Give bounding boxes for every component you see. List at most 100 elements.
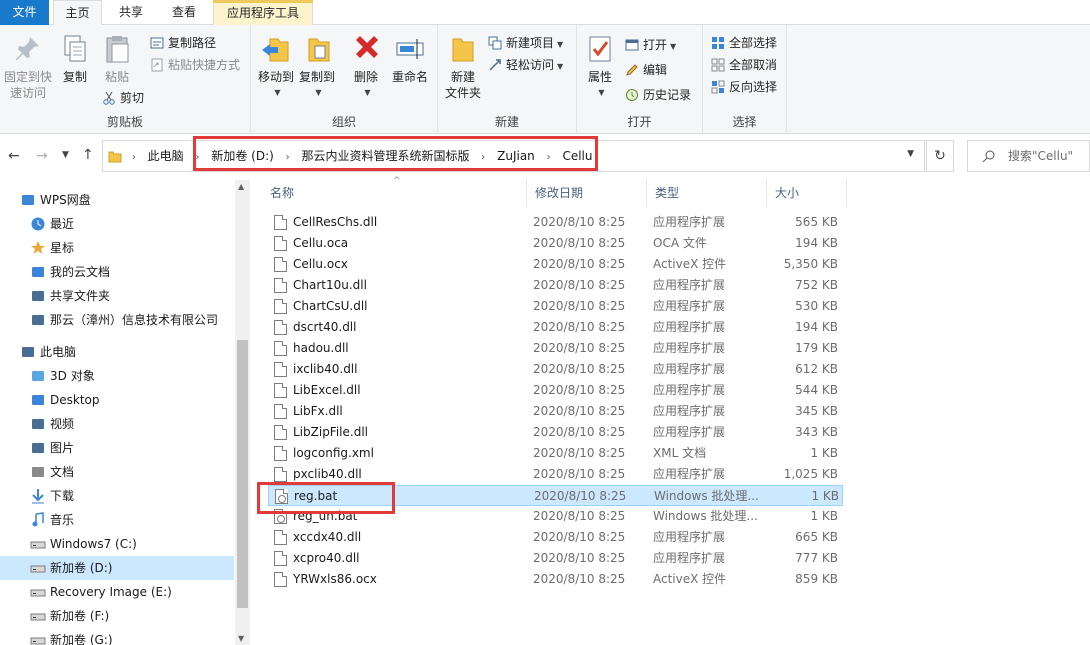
copy-path-button[interactable]: 复制路径 [148, 33, 216, 53]
file-row[interactable]: Cellu.oca 2020/8/10 8:25 OCA 文件 194 KB [268, 233, 843, 254]
sidebar-item-label: 共享文件夹 [50, 289, 111, 303]
copy-icon [64, 35, 86, 62]
picture-icon [30, 440, 46, 456]
copy-button[interactable]: 复制 [58, 33, 92, 85]
file-row[interactable]: xcpro40.dll 2020/8/10 8:25 应用程序扩展 777 KB [268, 548, 843, 569]
sidebar-item[interactable]: 我的云文档 [0, 260, 234, 284]
pin-quick-access-button[interactable]: 固定到快 速访问 [2, 33, 54, 101]
file-row[interactable]: LibZipFile.dll 2020/8/10 8:25 应用程序扩展 343 KB [268, 422, 843, 443]
cube-icon [30, 368, 46, 384]
sidebar-item[interactable]: 视频 [0, 412, 234, 436]
sidebar-item[interactable]: 共享文件夹 [0, 284, 234, 308]
breadcrumb-this-pc[interactable]: 此电脑 [148, 149, 184, 163]
select-all-icon [712, 37, 724, 49]
file-row[interactable]: Cellu.ocx 2020/8/10 8:25 ActiveX 控件 5,350 K… [268, 254, 843, 275]
rename-button[interactable]: 重命名 [389, 33, 431, 85]
sidebar-item-label: 图片 [50, 441, 75, 455]
refresh-button[interactable]: ↻ [926, 140, 954, 172]
up-arrow-icon[interactable]: ↑ [82, 147, 94, 163]
file-type: 应用程序扩展 [653, 278, 726, 292]
file-modified-date: 2020/8/10 8:25 [533, 341, 626, 355]
column-header-type[interactable]: 类型 [647, 180, 767, 207]
search-input[interactable]: 搜索"Cellu" [1008, 141, 1073, 171]
file-row[interactable]: ixclib40.dll 2020/8/10 8:25 应用程序扩展 612 KB [268, 359, 843, 380]
forward-arrow-icon[interactable]: → [36, 148, 48, 164]
search-box[interactable]: 搜索"Cellu" [967, 140, 1090, 172]
sidebar-item-label: Recovery Image (E:) [50, 585, 172, 599]
file-name: LibExcel.dll [293, 383, 361, 397]
paste-button[interactable]: 粘贴 [98, 33, 136, 85]
sidebar-item[interactable]: 图片 [0, 436, 234, 460]
recent-locations-chevron-icon[interactable]: ▼ [62, 150, 69, 160]
file-row[interactable]: ChartCsU.dll 2020/8/10 8:25 应用程序扩展 530 KB [268, 296, 843, 317]
sidebar-item[interactable]: Desktop [0, 388, 234, 412]
sidebar-item[interactable]: 下载 [0, 484, 234, 508]
sidebar-item[interactable]: Windows7 (C:) [0, 532, 234, 556]
copy-to-button[interactable]: 复制到 ▼ [298, 33, 336, 101]
new-item-button[interactable]: 新建项目 ▼ [486, 33, 563, 53]
history-button[interactable]: 历史记录 [623, 85, 691, 105]
scroll-down-icon[interactable]: ▼ [238, 634, 244, 643]
cut-button[interactable]: 剪切 [100, 88, 144, 108]
ribbon-tab-bar: 文件 主页 共享 查看 应用程序工具 [0, 0, 1090, 26]
column-header-name[interactable]: 名称 [262, 180, 527, 207]
sidebar-item[interactable]: 3D 对象 [0, 364, 234, 388]
properties-button[interactable]: 属性 ▼ [583, 33, 617, 101]
file-icon [274, 404, 287, 419]
file-row[interactable]: CellResChs.dll 2020/8/10 8:25 应用程序扩展 565 KB [268, 212, 843, 233]
sidebar-item-label: 最近 [50, 217, 75, 231]
select-group-label: 选择 [732, 115, 757, 129]
back-arrow-icon[interactable]: ← [8, 148, 20, 164]
file-type: 应用程序扩展 [653, 215, 726, 229]
paste-shortcut-button[interactable]: 粘贴快捷方式 [148, 55, 240, 75]
file-row[interactable]: LibExcel.dll 2020/8/10 8:25 应用程序扩展 544 KB [268, 380, 843, 401]
sidebar-item-label: Desktop [50, 393, 100, 407]
column-header-date[interactable]: 修改日期 [527, 180, 647, 207]
sidebar-item[interactable]: 此电脑 [0, 340, 234, 364]
open-dropdown-icon: ▼ [670, 42, 677, 51]
sidebar-item[interactable]: 音乐 [0, 508, 234, 532]
file-size: 1,025 KB [783, 467, 838, 481]
file-row[interactable]: hadou.dll 2020/8/10 8:25 应用程序扩展 179 KB [268, 338, 843, 359]
file-row[interactable]: logconfig.xml 2020/8/10 8:25 XML 文档 1 KB [268, 443, 843, 464]
easy-access-button[interactable]: 轻松访问 ▼ [486, 55, 563, 75]
file-type: 应用程序扩展 [653, 383, 726, 397]
sidebar-item[interactable]: 文档 [0, 460, 234, 484]
sidebar-item[interactable]: Recovery Image (E:) [0, 580, 234, 604]
scroll-up-icon[interactable]: ▲ [238, 182, 244, 191]
tab-app-tools[interactable]: 应用程序工具 [213, 0, 313, 25]
file-row[interactable]: Chart10u.dll 2020/8/10 8:25 应用程序扩展 752 KB [268, 275, 843, 296]
new-folder-button[interactable]: 新建 文件夹 [444, 33, 482, 101]
file-row[interactable]: YRWxls86.ocx 2020/8/10 8:25 ActiveX 控件 859 … [268, 569, 843, 590]
move-to-button[interactable]: 移动到 ▼ [257, 33, 295, 101]
file-row[interactable]: dscrt40.dll 2020/8/10 8:25 应用程序扩展 194 KB [268, 317, 843, 338]
column-header-size[interactable]: 大小 [767, 180, 847, 207]
file-name: YRWxls86.ocx [293, 572, 377, 586]
tab-file[interactable]: 文件 [0, 0, 49, 25]
select-none-button[interactable]: 全部取消 [709, 55, 777, 75]
sidebar-item[interactable]: 最近 [0, 212, 234, 236]
sidebar-item[interactable]: 新加卷 (F:) [0, 604, 234, 628]
invert-selection-button[interactable]: 反向选择 [709, 77, 777, 97]
sidebar-item[interactable]: 那云（漳州）信息技术有限公司 [0, 308, 234, 332]
copy-path-icon [150, 37, 164, 49]
file-type: 应用程序扩展 [653, 341, 726, 355]
tab-home[interactable]: 主页 [53, 0, 102, 26]
navigation-scrollbar-thumb[interactable] [237, 340, 248, 608]
file-row[interactable]: xccdx40.dll 2020/8/10 8:25 应用程序扩展 665 KB [268, 527, 843, 548]
tab-share[interactable]: 共享 [108, 0, 154, 25]
address-dropdown-icon[interactable]: ▼ [907, 149, 914, 159]
sidebar-item[interactable]: 新加卷 (D:) [0, 556, 234, 580]
select-all-button[interactable]: 全部选择 [709, 33, 777, 53]
open-button[interactable]: 打开 ▼ [623, 35, 676, 55]
sidebar-item[interactable]: 新加卷 (G:) [0, 628, 234, 645]
company-icon [30, 312, 46, 328]
sidebar-item[interactable]: 星标 [0, 236, 234, 260]
edit-button[interactable]: 编辑 [623, 60, 667, 80]
file-icon [274, 236, 287, 251]
delete-button[interactable]: 删除 ▼ [351, 33, 381, 101]
tab-view[interactable]: 查看 [160, 0, 208, 25]
sidebar-item[interactable]: WPS网盘 [0, 188, 234, 212]
file-row[interactable]: LibFx.dll 2020/8/10 8:25 应用程序扩展 345 KB [268, 401, 843, 422]
sidebar-item-label: 那云（漳州）信息技术有限公司 [50, 313, 219, 327]
